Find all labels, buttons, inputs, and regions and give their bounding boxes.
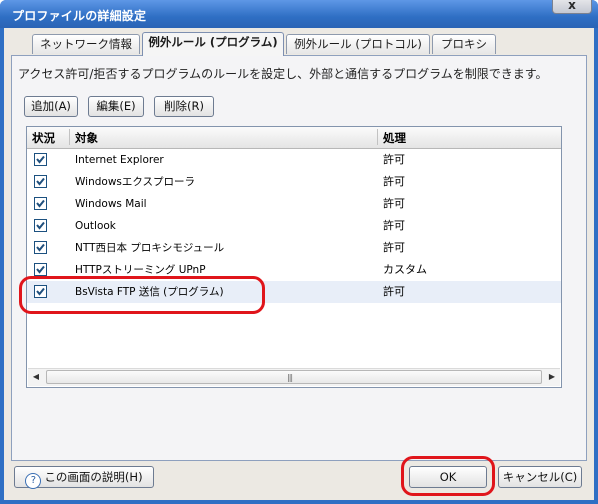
program-rules-list[interactable]: 状況 対象 処理 Internet Explorer 許可 Windowsエクス… [26,126,562,388]
check-icon [36,177,45,186]
tab-proxy-label: プロキシ [441,37,487,51]
check-icon [36,265,45,274]
check-icon [36,199,45,208]
column-divider[interactable] [69,129,70,145]
list-row-selected[interactable]: BsVista FTP 送信 (プログラム) 許可 [27,281,561,303]
row-action: カスタム [383,263,427,276]
row-target: Windowsエクスプローラ [75,176,196,188]
tab-exception-protocol[interactable]: 例外ルール (プロトコル) [286,34,430,54]
row-checkbox[interactable] [34,197,47,210]
row-target: Windows Mail [75,198,147,210]
dialog-window: プロファイルの詳細設定 x ネットワーク情報 例外ルール (プログラム) 例外ル… [0,0,598,504]
tab-proxy[interactable]: プロキシ [432,34,496,54]
tab-exception-program[interactable]: 例外ルール (プログラム) [142,32,284,56]
list-row[interactable]: Windows Mail 許可 [27,193,561,215]
check-icon [36,221,45,230]
row-checkbox[interactable] [34,175,47,188]
tab-network-info-label: ネットワーク情報 [40,37,132,51]
row-action: 許可 [383,175,405,188]
description-text: アクセス許可/拒否するプログラムのルールを設定し、外部と通信するプログラムを制限… [18,67,548,81]
check-icon [36,243,45,252]
list-row[interactable]: Internet Explorer 許可 [27,149,561,171]
row-checkbox[interactable] [34,285,47,298]
column-divider[interactable] [377,129,378,145]
edit-button[interactable]: 編集(E) [88,96,144,117]
add-button[interactable]: 追加(A) [24,96,78,117]
close-button[interactable]: x [552,0,592,14]
scroll-left-button[interactable]: ◀ [28,369,44,385]
tab-network-info[interactable]: ネットワーク情報 [32,34,140,54]
row-action: 許可 [383,241,405,254]
row-target: BsVista FTP 送信 (プログラム) [75,286,224,298]
row-target: Internet Explorer [75,154,164,166]
horizontal-scrollbar[interactable]: ◀ ||| ▶ [28,368,560,386]
row-target: Outlook [75,220,116,232]
column-header-action[interactable]: 処理 [383,130,406,146]
window-title: プロファイルの詳細設定 [12,9,147,23]
check-icon [36,155,45,164]
row-checkbox[interactable] [34,153,47,166]
list-header: 状況 対象 処理 [27,127,561,149]
row-action: 許可 [383,219,405,232]
list-row[interactable]: Windowsエクスプローラ 許可 [27,171,561,193]
list-row[interactable]: Outlook 許可 [27,215,561,237]
column-header-target[interactable]: 対象 [75,130,98,146]
row-action: 許可 [383,197,405,210]
check-icon [36,287,45,296]
help-button[interactable]: ? この画面の説明(H) [14,466,154,489]
help-button-label: この画面の説明(H) [44,470,143,484]
row-checkbox[interactable] [34,219,47,232]
ok-button[interactable]: OK [409,466,487,488]
delete-button[interactable]: 削除(R) [154,96,214,117]
tab-exception-program-label: 例外ルール (プログラム) [148,35,278,49]
dialog-client-area: ネットワーク情報 例外ルール (プログラム) 例外ルール (プロトコル) プロキ… [4,28,594,500]
column-header-status[interactable]: 状況 [32,130,55,146]
row-action: 許可 [383,153,405,166]
row-target: HTTPストリーミング UPnP [75,264,206,276]
help-icon: ? [25,473,42,489]
list-row[interactable]: HTTPストリーミング UPnP カスタム [27,259,561,281]
cancel-button[interactable]: キャンセル(C) [498,466,582,488]
title-bar[interactable]: プロファイルの詳細設定 x [0,0,598,28]
scroll-thumb[interactable]: ||| [46,370,542,384]
scroll-right-button[interactable]: ▶ [544,369,560,385]
scroll-grip-icon: ||| [287,373,293,382]
list-row[interactable]: NTT西日本 プロキシモジュール 許可 [27,237,561,259]
row-checkbox[interactable] [34,241,47,254]
row-action: 許可 [383,285,405,298]
tab-exception-protocol-label: 例外ルール (プロトコル) [294,37,422,51]
row-checkbox[interactable] [34,263,47,276]
row-target: NTT西日本 プロキシモジュール [75,242,225,254]
